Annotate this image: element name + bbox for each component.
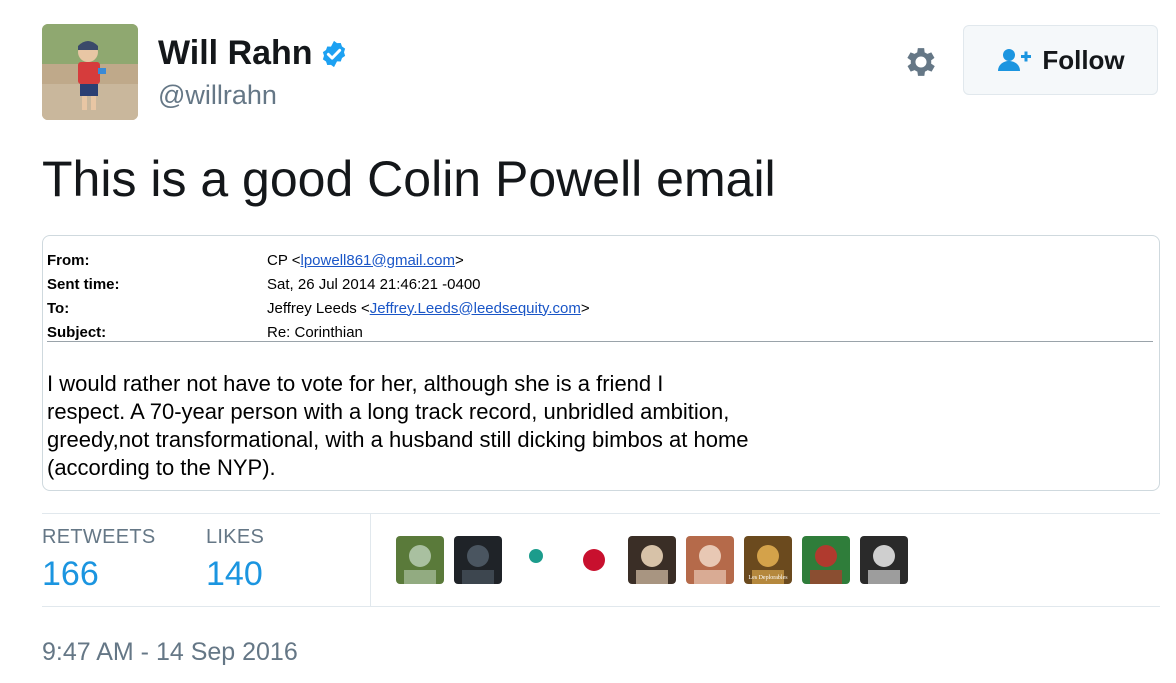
liker-bearded-man[interactable] — [628, 536, 676, 584]
header-suffix: > — [580, 299, 590, 317]
header-label: Subject: — [47, 323, 107, 341]
liker-waterfall[interactable] — [396, 536, 444, 584]
follow-label: Follow — [1042, 44, 1125, 75]
likes-label: LIKES — [206, 526, 265, 548]
liker-bearded-man-image — [628, 536, 676, 584]
tweet-timestamp[interactable]: 9:47 AM - 14 Sep 2016 — [42, 638, 298, 667]
avatar-photo — [42, 24, 138, 120]
stats-top-divider — [42, 513, 1160, 514]
stats-bottom-divider — [42, 606, 1160, 607]
liker-caption: Les Deplorables — [748, 575, 788, 581]
user-name[interactable]: Will Rahn — [158, 34, 313, 73]
email-header-sent-time: Sent time: Sat, 26 Jul 2014 21:46:21 -04… — [47, 272, 590, 296]
email-headers: From: CP <lpowell861@gmail.com> Sent tim… — [47, 248, 590, 344]
liker-cartoon-face-image — [512, 536, 560, 584]
liker-les-deplorables-image: Les Deplorables — [744, 536, 792, 584]
verified-badge-icon — [322, 40, 345, 67]
header-suffix: > — [454, 251, 464, 269]
header-value: Jeffrey Leeds <Jeffrey.Leeds@leedsequity… — [267, 300, 590, 317]
email-header-to: To: Jeffrey Leeds <Jeffrey.Leeds@leedseq… — [47, 296, 590, 320]
retweets-label: RETWEETS — [42, 526, 156, 548]
email-screenshot-card[interactable]: From: CP <lpowell861@gmail.com> Sent tim… — [42, 235, 1160, 491]
user-handle[interactable]: @willrahn — [158, 80, 277, 111]
liker-woman-portrait[interactable] — [686, 536, 734, 584]
header-value: CP <lpowell861@gmail.com> — [267, 252, 464, 269]
recipient-email-link[interactable]: Jeffrey.Leeds@leedsequity.com — [370, 300, 581, 317]
liker-avatars: Les Deplorables — [396, 536, 918, 584]
liker-red-sox-b-image — [570, 536, 618, 584]
liker-red-sox-b[interactable] — [570, 536, 618, 584]
avatar[interactable] — [42, 24, 138, 120]
retweets-stat[interactable]: RETWEETS 166 — [42, 526, 156, 594]
liker-newspaper-bw[interactable] — [860, 536, 908, 584]
header-prefix: CP < — [267, 251, 301, 269]
liker-frog-cartoon[interactable] — [802, 536, 850, 584]
liker-suit-man[interactable] — [454, 536, 502, 584]
header-value: Re: Corinthian — [267, 323, 363, 341]
liker-les-deplorables[interactable]: Les Deplorables — [744, 536, 792, 584]
gear-icon[interactable] — [902, 43, 940, 81]
tweet-text: This is a good Colin Powell email — [42, 151, 776, 207]
header-label: From: — [47, 251, 90, 269]
email-body: I would rather not have to vote for her,… — [47, 371, 749, 480]
retweets-count: 166 — [42, 555, 99, 593]
header-label: To: — [47, 299, 70, 317]
liker-cartoon-face[interactable] — [512, 536, 560, 584]
liker-suit-man-image — [454, 536, 502, 584]
header-prefix: Jeffrey Leeds < — [267, 299, 370, 317]
liker-waterfall-image — [396, 536, 444, 584]
liker-frog-cartoon-image — [802, 536, 850, 584]
liker-newspaper-bw-image — [860, 536, 908, 584]
liker-woman-portrait-image — [686, 536, 734, 584]
sender-email-link[interactable]: lpowell861@gmail.com — [301, 252, 455, 269]
follow-button[interactable]: Follow — [963, 25, 1158, 95]
email-divider — [47, 341, 1153, 342]
email-header-from: From: CP <lpowell861@gmail.com> — [47, 248, 590, 272]
stats-vertical-divider — [370, 514, 371, 606]
likes-stat[interactable]: LIKES 140 — [206, 526, 264, 594]
header-label: Sent time: — [47, 275, 120, 293]
likes-count: 140 — [206, 555, 263, 593]
header-value: Sat, 26 Jul 2014 21:46:21 -0400 — [267, 275, 481, 293]
user-name-row: Will Rahn — [158, 34, 349, 73]
add-user-icon — [998, 49, 1032, 71]
